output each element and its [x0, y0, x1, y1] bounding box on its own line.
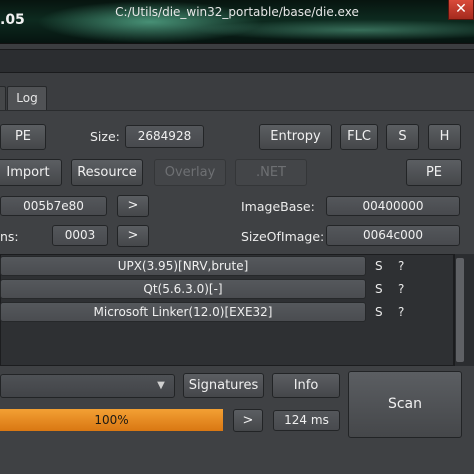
- detection-signature-button[interactable]: S: [375, 282, 383, 296]
- net-button[interactable]: .NET: [235, 159, 307, 186]
- chevron-down-icon[interactable]: ▼: [154, 379, 168, 393]
- size-label: Size:: [90, 129, 120, 144]
- size-field[interactable]: 2684928: [125, 125, 204, 148]
- scan-type-combo[interactable]: [0, 374, 175, 398]
- detection-name[interactable]: Qt(5.6.3.0)[-]: [0, 279, 366, 299]
- detection-signature-button[interactable]: S: [375, 259, 383, 273]
- image-base-field[interactable]: 00400000: [326, 196, 460, 216]
- entropy-button[interactable]: Entropy: [259, 124, 332, 150]
- pe-viewer-button[interactable]: PE: [406, 159, 462, 186]
- resource-button[interactable]: Resource: [71, 159, 143, 186]
- detection-name[interactable]: Microsoft Linker(12.0)[EXE32]: [0, 302, 366, 322]
- tab-bar: [0, 74, 474, 110]
- detection-info-button[interactable]: ?: [398, 259, 404, 273]
- signatures-button[interactable]: Signatures: [183, 373, 264, 398]
- entry-point-disasm-button[interactable]: >: [117, 195, 149, 217]
- number-of-sections-label: ns:: [0, 229, 19, 244]
- file-path[interactable]: C:/Utils/die_win32_portable/base/die.exe: [0, 0, 474, 24]
- overlay-button[interactable]: Overlay: [154, 159, 226, 186]
- number-of-sections-field[interactable]: 0003: [52, 225, 108, 246]
- scan-button[interactable]: Scan: [348, 371, 462, 438]
- info-button[interactable]: Info: [272, 373, 340, 398]
- import-button[interactable]: Import: [0, 159, 62, 186]
- tab-main[interactable]: [0, 86, 6, 110]
- scrollbar-thumb[interactable]: [456, 258, 464, 362]
- strings-button[interactable]: S: [386, 124, 419, 150]
- detection-name[interactable]: UPX(3.95)[NRV,brute]: [0, 256, 366, 276]
- detection-info-button[interactable]: ?: [398, 282, 404, 296]
- file-path-bar: [0, 49, 474, 73]
- file-type-button[interactable]: PE: [0, 124, 46, 150]
- entry-point-field[interactable]: 005b7e80: [0, 196, 107, 216]
- scan-time-field: 124 ms: [273, 410, 340, 431]
- detection-info-button[interactable]: ?: [398, 305, 404, 319]
- image-base-label: ImageBase:: [241, 199, 315, 214]
- hex-button[interactable]: H: [428, 124, 461, 150]
- progress-text: 100%: [94, 413, 129, 427]
- size-of-image-field[interactable]: 0064c000: [326, 225, 460, 246]
- size-of-image-label: SizeOfImage:: [241, 229, 325, 244]
- sections-button[interactable]: >: [117, 225, 149, 247]
- flc-button[interactable]: FLC: [340, 124, 378, 150]
- progress-more-button[interactable]: >: [233, 409, 263, 432]
- detection-signature-button[interactable]: S: [375, 305, 383, 319]
- tab-log[interactable]: Log: [7, 86, 47, 110]
